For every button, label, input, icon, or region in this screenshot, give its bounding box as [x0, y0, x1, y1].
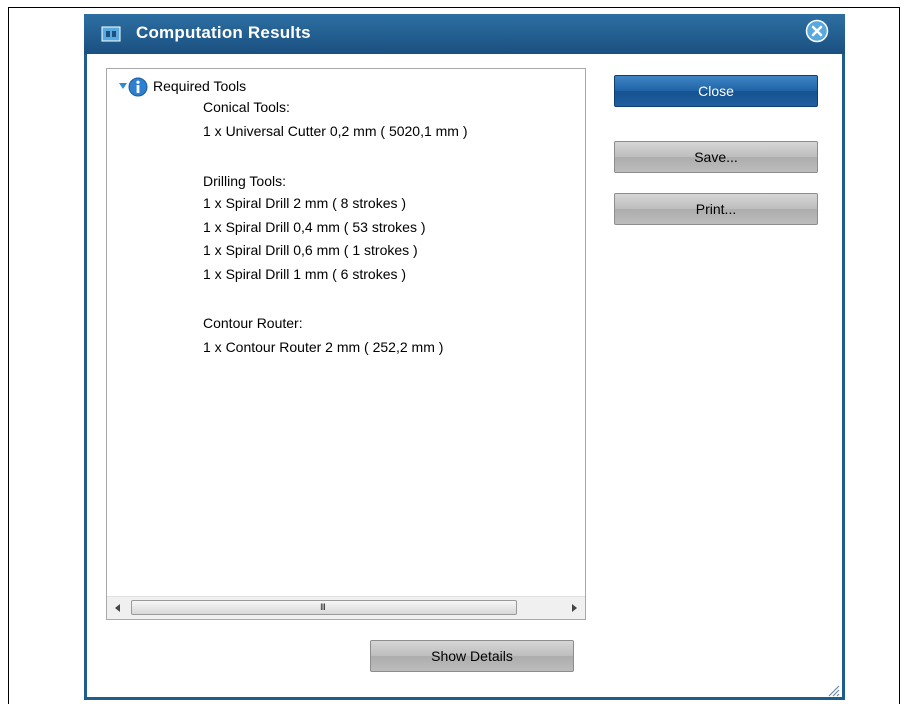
board-icon	[101, 26, 121, 42]
results-tree-panel: Required Tools Conical Tools: 1 x Univer…	[106, 68, 586, 620]
resize-grip-icon[interactable]	[826, 683, 840, 697]
tree-line: Contour Router:	[203, 315, 303, 331]
dialog-title: Computation Results	[136, 23, 311, 42]
scrollbar-thumb[interactable]: III	[131, 600, 517, 615]
tree-line: Conical Tools:	[203, 99, 290, 115]
tree-line: 1 x Contour Router 2 mm ( 252,2 mm )	[203, 339, 444, 355]
tree-line: 1 x Spiral Drill 0,4 mm ( 53 strokes )	[203, 219, 426, 235]
triangle-down-icon[interactable]	[119, 83, 127, 89]
tree-line: 1 x Spiral Drill 0,6 mm ( 1 strokes )	[203, 242, 418, 258]
print-button[interactable]: Print...	[614, 193, 818, 225]
tree-line: 1 x Spiral Drill 2 mm ( 8 strokes )	[203, 195, 407, 211]
show-details-button[interactable]: Show Details	[370, 640, 574, 672]
scroll-left-icon[interactable]	[113, 603, 123, 613]
tree-line: 1 x Universal Cutter 0,2 mm ( 5020,1 mm …	[203, 123, 468, 139]
info-icon	[128, 77, 148, 97]
close-button[interactable]: Close	[614, 75, 818, 107]
horizontal-scrollbar[interactable]: III	[107, 596, 585, 619]
tree-root-label: Required Tools	[153, 78, 247, 94]
title-bar: Computation Results	[84, 14, 845, 54]
tree-line: Drilling Tools:	[203, 173, 286, 189]
scrollbar-grip: III	[320, 603, 326, 613]
close-icon[interactable]	[805, 19, 829, 43]
scroll-right-icon[interactable]	[569, 603, 579, 613]
save-button[interactable]: Save...	[614, 141, 818, 173]
tree-line: 1 x Spiral Drill 1 mm ( 6 strokes )	[203, 266, 407, 282]
